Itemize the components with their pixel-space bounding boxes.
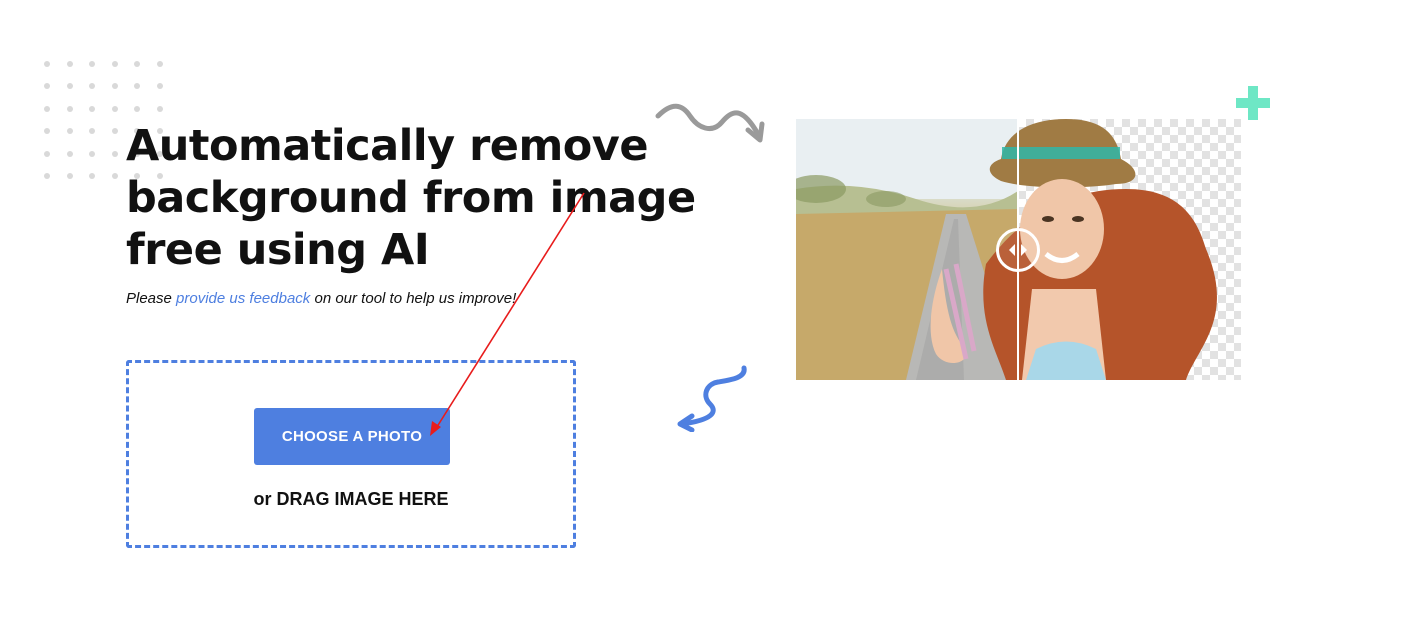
grid-dot (44, 83, 50, 90)
grid-dot (134, 83, 141, 90)
left-right-arrows-icon (1009, 244, 1027, 256)
grid-dot (44, 61, 50, 67)
comparison-slider-handle[interactable] (996, 228, 1040, 272)
grid-dot (89, 150, 96, 157)
grid-dot (111, 83, 118, 90)
grid-dot (66, 83, 73, 90)
drag-image-text: or DRAG IMAGE HERE (253, 489, 449, 509)
grid-dot (89, 105, 96, 112)
grid-dot (44, 150, 50, 157)
grid-dot (157, 105, 163, 112)
hero-title-line-2: background from image (126, 173, 696, 223)
grid-dot (66, 128, 73, 135)
grid-dot (111, 61, 118, 67)
grid-dot (89, 128, 96, 135)
grid-dot (111, 173, 118, 179)
grid-dot (134, 61, 141, 67)
grid-dot (44, 173, 50, 179)
grid-dot (66, 173, 73, 179)
grid-dot (111, 150, 118, 157)
grid-dot (89, 61, 96, 67)
squiggle-arrow-right-icon (655, 103, 765, 143)
upload-drop-zone[interactable]: CHOOSE A PHOTO or DRAG IMAGE HERE (126, 360, 576, 548)
grid-dot (66, 150, 73, 157)
grid-dot (157, 61, 163, 67)
grid-dot (134, 105, 141, 112)
grid-dot (89, 173, 96, 179)
plus-icon (1236, 86, 1270, 120)
hero-title: Automatically remove background from ima… (126, 120, 726, 276)
feedback-suffix: on our tool to help us improve! (310, 290, 517, 307)
grid-dot (44, 128, 50, 135)
grid-dot (89, 83, 96, 90)
grid-dot (111, 105, 118, 112)
grid-dot (157, 83, 163, 90)
feedback-prefix: Please (126, 290, 177, 307)
grid-dot (44, 105, 50, 112)
before-after-preview (796, 119, 1241, 380)
hero-title-line-1: Automatically remove (126, 121, 649, 171)
feedback-line: Please provide us feedback on our tool t… (126, 290, 516, 307)
choose-photo-button[interactable]: CHOOSE A PHOTO (254, 408, 450, 465)
grid-dot (111, 128, 118, 135)
feedback-link[interactable]: provide us feedback (176, 290, 310, 307)
grid-dot (66, 61, 73, 67)
hero-title-line-3: free using AI (126, 225, 430, 275)
squiggle-arrow-left-icon (677, 365, 747, 432)
grid-dot (66, 105, 73, 112)
